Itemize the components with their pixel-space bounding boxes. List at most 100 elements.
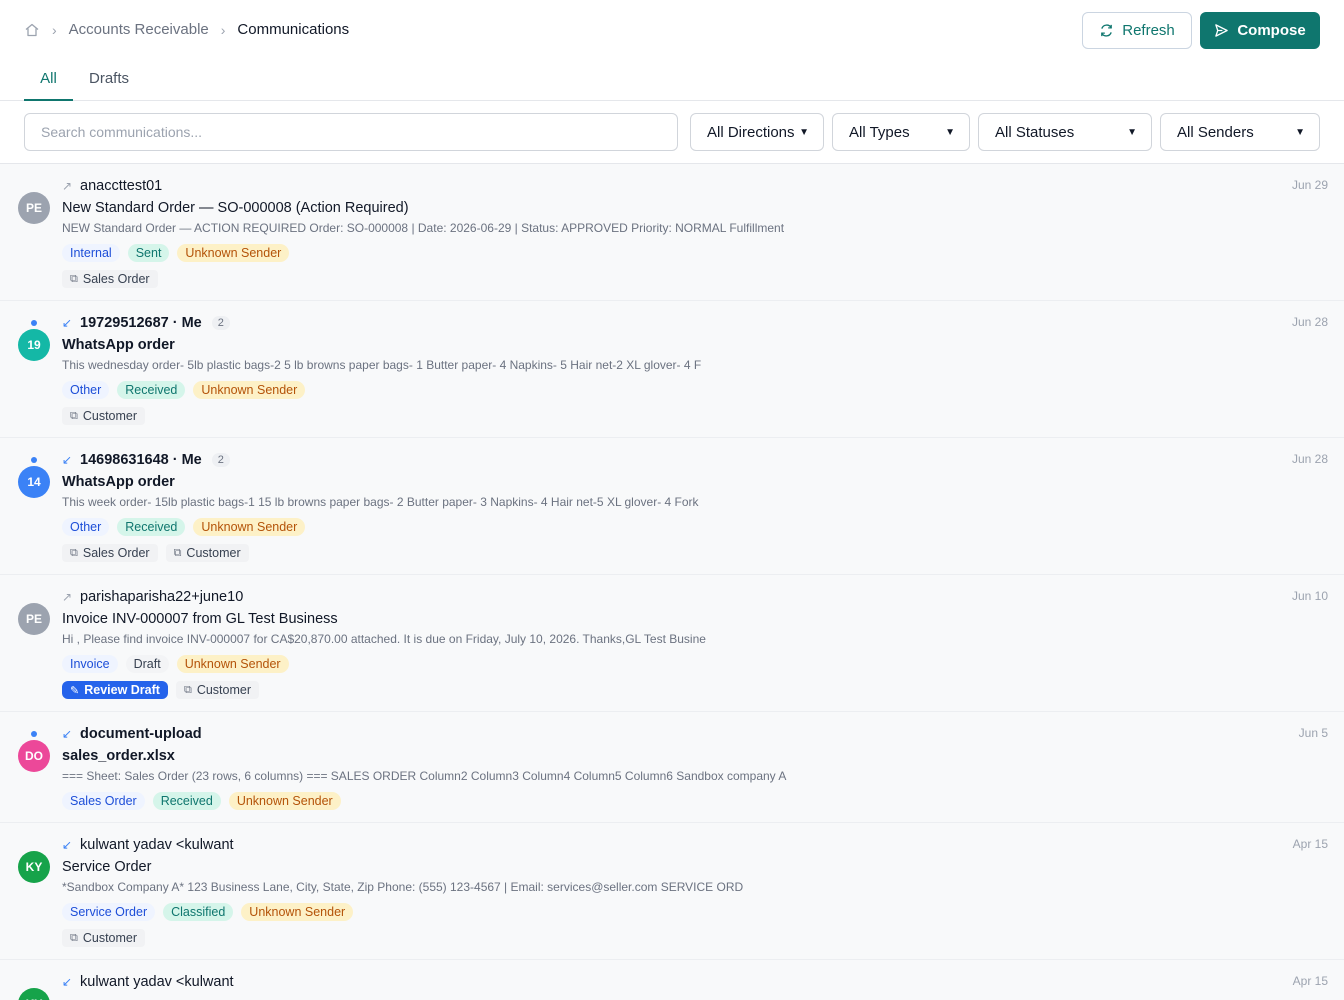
compose-button[interactable]: Compose [1200,12,1320,49]
row-content: ↙ document-upload Jun 5 sales_order.xlsx ===… [62,726,1328,811]
thread-count: 2 [211,316,230,330]
row-content: ↙ kulwant yadav <kulwant Apr 15 Service Ord… [62,837,1328,948]
sender-flag-badge: Unknown Sender [193,381,306,399]
communications-list: PE ↗ anaccttest01 Jun 29 New Standard Order … [0,164,1344,1000]
communication-row[interactable]: PE ↗ parishaparisha22+june10 Jun 10 Invoice … [0,575,1344,712]
linked-record-chip[interactable]: ⧉ Customer [165,544,249,562]
refresh-icon [1101,24,1113,37]
compose-label: Compose [1237,22,1306,39]
linked-record-chip[interactable]: ⧉ Customer [62,407,146,425]
row-date: Jun 29 [1291,178,1328,192]
linked-record-chip[interactable]: ⧉ Customer [62,929,146,947]
status-filter[interactable]: All Statuses ▼ [978,113,1152,151]
status-filter-value: All Statuses [995,123,1075,141]
external-link-icon: ⧉ [70,931,78,944]
sender-filter[interactable]: All Senders ▼ [1160,113,1320,151]
inbound-arrow-icon: ↙ [62,975,73,989]
chevron-right-icon: › [220,21,226,38]
communication-row[interactable]: KY ↙ kulwant yadav <kulwant Apr 15 [0,960,1344,1000]
external-link-icon: ⧉ [70,272,78,285]
linked-record-label: Sales Order [82,272,150,286]
row-preview: Hi , Please find invoice INV-000007 for … [62,632,706,646]
avatar: PE [18,603,50,635]
chevron-right-icon: › [52,21,57,38]
filter-bar: All Directions ▼ All Types ▼ All Statuse… [0,101,1344,164]
chevron-down-icon: ▼ [1295,126,1305,138]
breadcrumb: › Accounts Receivable › Communications [24,21,349,38]
inbound-arrow-icon: ↙ [62,838,73,852]
send-icon [1215,24,1229,37]
search-input[interactable] [24,113,678,151]
row-header: ↙ kulwant yadav <kulwant [62,837,1328,853]
chevron-down-icon: ▼ [945,126,955,138]
row-content: ↗ anaccttest01 Jun 29 New Standard Order — … [62,178,1328,289]
type-badge: Other [62,381,110,399]
row-header: ↙ 14698631648 · Me 2 [62,452,1328,468]
avatar: 19 [18,329,50,361]
type-badge: Invoice [62,655,118,673]
sender-name: parishaparisha22+june10 [80,589,244,605]
review-draft-button[interactable]: ✎ Review Draft [62,681,168,699]
row-header: ↙ document-upload [62,726,1328,742]
row-badges: Service Order Classified Unknown Sender [62,902,1328,922]
row-links: ✎ Review Draft ⧉ Customer [62,680,1328,700]
row-date: Jun 28 [1291,315,1328,329]
status-badge: Draft [125,655,169,673]
tab-drafts[interactable]: Drafts [89,70,129,99]
type-badge: Sales Order [62,792,145,810]
linked-record-label: Customer [82,931,138,945]
sender-flag-badge: Unknown Sender [228,792,341,810]
refresh-button[interactable]: Refresh [1082,12,1192,49]
row-header: ↗ anaccttest01 [62,178,1328,194]
communication-row[interactable]: 14 ↙ 14698631648 · Me 2 Jun 28 WhatsApp order… [0,438,1344,575]
row-header: ↗ parishaparisha22+june10 [62,589,1328,605]
home-icon[interactable] [24,22,40,38]
tab-all[interactable]: All [24,70,73,101]
row-links: ⧉ Sales Order ⧉ Customer [62,543,1328,563]
sender-name: 14698631648 · Me [80,452,202,468]
chevron-down-icon: ▼ [1127,126,1137,138]
row-header: ↙ 19729512687 · Me 2 [62,315,1328,331]
sender-flag-badge: Unknown Sender [193,518,306,536]
avatar: DO [18,740,50,772]
row-date: Jun 10 [1291,589,1328,603]
type-filter[interactable]: All Types ▼ [832,113,970,151]
direction-filter[interactable]: All Directions ▼ [690,113,824,151]
row-links: ⧉ Customer [62,406,1328,426]
status-badge: Classified [163,903,234,921]
sender-name: anaccttest01 [80,178,163,194]
row-content: ↙ 14698631648 · Me 2 Jun 28 WhatsApp order Th… [62,452,1328,563]
sender-name: kulwant yadav <kulwant [80,837,234,853]
row-subject: Service Order [62,859,152,875]
external-link-icon: ⧉ [183,683,192,696]
row-subject: sales_order.xlsx [62,748,175,764]
row-preview: === Sheet: Sales Order (23 rows, 6 colum… [62,769,787,783]
breadcrumb-section[interactable]: Accounts Receivable [69,21,209,38]
edit-icon: ✎ [70,684,80,697]
sender-flag-badge: Unknown Sender [241,903,354,921]
communication-row[interactable]: DO ↙ document-upload Jun 5 sales_order.xlsx =… [0,712,1344,823]
row-date: Jun 5 [1298,726,1328,740]
avatar: 14 [18,466,50,498]
linked-record-chip[interactable]: ⧉ Sales Order [62,544,158,562]
row-date: Jun 28 [1291,452,1328,466]
direction-filter-value: All Directions [707,123,795,141]
avatar: PE [18,192,50,224]
row-links: ⧉ Sales Order [62,269,1328,289]
linked-record-label: Customer [186,546,241,560]
row-links: ⧉ Customer [62,928,1328,948]
outbound-arrow-icon: ↗ [62,590,73,604]
refresh-label: Refresh [1122,22,1175,39]
inbound-arrow-icon: ↙ [62,453,73,467]
linked-record-chip[interactable]: ⧉ Customer [175,681,259,699]
top-bar: › Accounts Receivable › Communications R… [0,0,1344,62]
row-preview: *Sandbox Company A* 123 Business Lane, C… [62,880,744,894]
communication-row[interactable]: KY ↙ kulwant yadav <kulwant Apr 15 Service O… [0,823,1344,960]
unread-dot [31,457,37,463]
communication-row[interactable]: PE ↗ anaccttest01 Jun 29 New Standard Order … [0,164,1344,301]
avatar: KY [18,851,50,883]
communication-row[interactable]: 19 ↙ 19729512687 · Me 2 Jun 28 WhatsApp order… [0,301,1344,438]
sender-flag-badge: Unknown Sender [177,244,290,262]
sender-filter-value: All Senders [1177,123,1254,141]
linked-record-chip[interactable]: ⧉ Sales Order [62,270,158,288]
